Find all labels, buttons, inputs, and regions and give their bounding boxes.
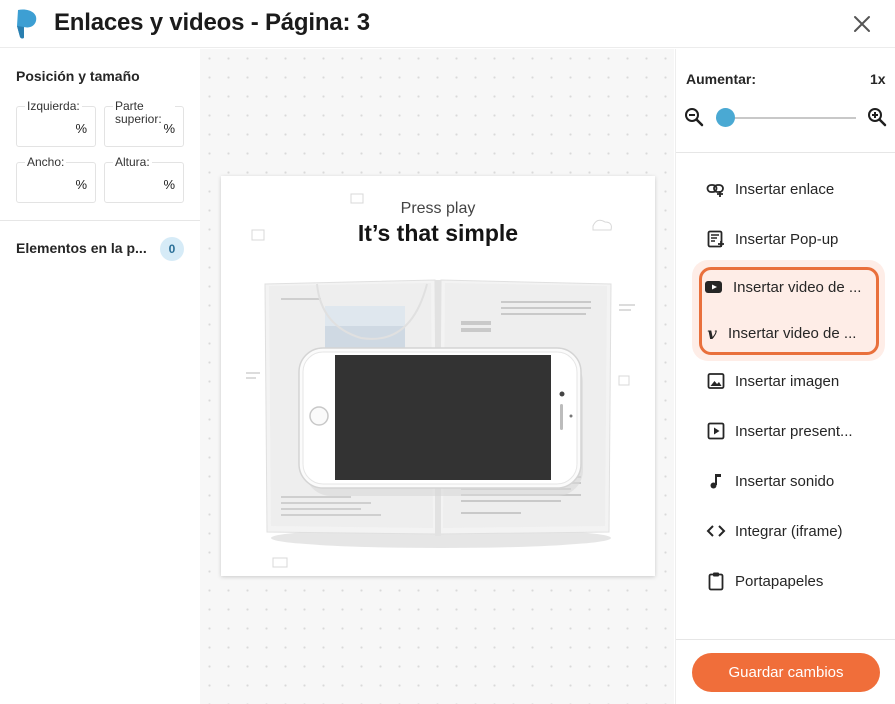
app-logo-icon: [17, 9, 37, 39]
menu-item-label: Portapapeles: [735, 572, 824, 590]
menu-item-label: Insertar video de ...: [728, 324, 857, 342]
menu-item-insert-image[interactable]: Insertar imagen: [706, 367, 839, 395]
menu-item-label: Integrar (iframe): [735, 522, 843, 540]
menu-item-label: Insertar imagen: [735, 372, 840, 390]
left-divider: [0, 220, 200, 221]
properties-panel: Posición y tamaño Izquierda: % Parte sup…: [0, 49, 200, 704]
close-icon[interactable]: [851, 13, 873, 35]
menu-item-embed-iframe[interactable]: Integrar (iframe): [706, 517, 843, 545]
presentation-icon: [706, 421, 726, 441]
vimeo-icon: v: [707, 323, 717, 343]
elements-count-badge: 0: [160, 237, 184, 261]
position-size-title: Posición y tamaño: [16, 68, 140, 84]
book-phone-illustration: [246, 193, 635, 568]
youtube-icon: [704, 277, 724, 297]
footer-divider: [676, 639, 895, 640]
menu-item-insert-youtube-video[interactable]: Insertar video de ...: [704, 273, 861, 301]
zoom-slider-track[interactable]: [716, 117, 856, 119]
menu-item-insert-vimeo-video[interactable]: v Insertar video de ...: [702, 319, 856, 347]
width-field-unit: %: [75, 177, 87, 192]
height-field[interactable]: Altura: %: [104, 156, 184, 203]
code-icon: [706, 521, 726, 541]
menu-item-label: Insertar video de ...: [733, 278, 862, 296]
insert-panel: Aumentar: 1x Insertar enlace Insertar Po…: [675, 49, 895, 704]
left-field-label: Izquierda:: [25, 99, 82, 113]
width-field-label: Ancho:: [25, 155, 67, 169]
zoom-out-icon[interactable]: [684, 107, 704, 127]
menu-item-clipboard[interactable]: Portapapeles: [706, 567, 823, 595]
popup-icon: [706, 229, 726, 249]
menu-item-insert-popup[interactable]: Insertar Pop-up: [706, 225, 838, 253]
page-canvas[interactable]: Press play It’s that simple: [200, 49, 674, 704]
width-field[interactable]: Ancho: %: [16, 156, 96, 203]
left-field[interactable]: Izquierda: %: [16, 100, 96, 147]
menu-item-insert-link[interactable]: Insertar enlace: [706, 175, 834, 203]
menu-item-label: Insertar Pop-up: [735, 230, 839, 248]
menu-item-insert-presentation[interactable]: Insertar present...: [706, 417, 853, 445]
zoom-divider: [676, 152, 895, 153]
dialog-header: Enlaces y videos - Página: 3: [0, 0, 895, 48]
page-preview[interactable]: Press play It’s that simple: [221, 176, 655, 576]
zoom-slider-thumb[interactable]: [716, 108, 735, 127]
menu-item-insert-sound[interactable]: Insertar sonido: [706, 467, 834, 495]
music-note-icon: [706, 471, 726, 491]
top-field-unit: %: [163, 121, 175, 136]
height-field-label: Altura:: [113, 155, 152, 169]
link-icon: [706, 179, 726, 199]
top-field[interactable]: Parte superior: %: [104, 100, 184, 147]
menu-item-label: Insertar enlace: [735, 180, 835, 198]
zoom-in-icon[interactable]: [867, 107, 887, 127]
save-changes-button[interactable]: Guardar cambios: [692, 653, 880, 692]
zoom-label: Aumentar:: [686, 71, 757, 87]
menu-item-label: Insertar sonido: [735, 472, 835, 490]
menu-item-label: Insertar present...: [735, 422, 853, 440]
dialog-title: Enlaces y videos - Página: 3: [54, 9, 370, 36]
height-field-unit: %: [163, 177, 175, 192]
zoom-value: 1x: [870, 71, 886, 87]
left-field-unit: %: [75, 121, 87, 136]
clipboard-icon: [706, 571, 726, 591]
elements-title: Elementos en la p...: [16, 240, 147, 256]
image-icon: [706, 371, 726, 391]
